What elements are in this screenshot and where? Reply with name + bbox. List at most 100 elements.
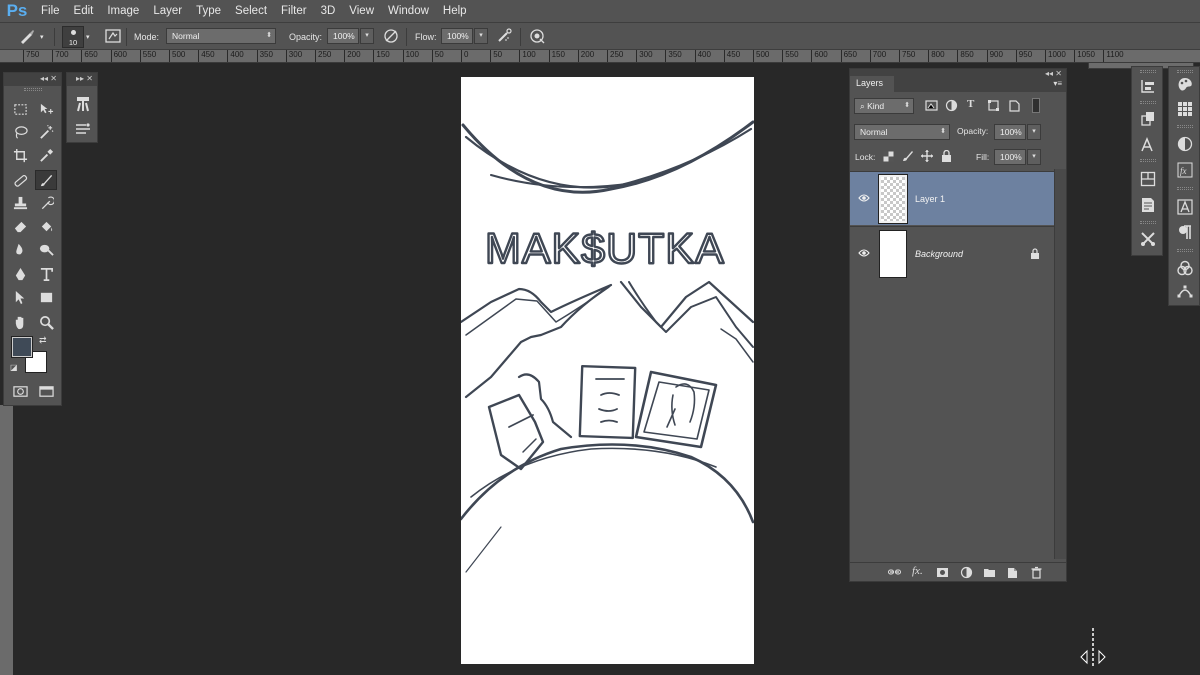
opacity-slider-toggle[interactable]: ▾ — [360, 28, 374, 44]
opacity-input[interactable]: 100% — [327, 28, 359, 44]
dodge-tool[interactable] — [35, 239, 57, 259]
add-mask-icon[interactable] — [936, 566, 949, 579]
brush-panel-icon[interactable] — [74, 120, 92, 138]
airbrush-icon[interactable] — [496, 27, 514, 45]
styles-fx-icon[interactable]: fx — [1177, 162, 1193, 178]
paths-panel-icon[interactable] — [1177, 284, 1193, 300]
swatches-grid-icon[interactable] — [1177, 101, 1193, 117]
rectangle-tool[interactable] — [35, 287, 57, 307]
brush-presets-icon[interactable] — [74, 95, 92, 113]
channels-panel-icon[interactable] — [1177, 260, 1193, 276]
properties-panel-icon[interactable] — [1140, 111, 1156, 127]
new-layer-icon[interactable] — [1006, 566, 1019, 579]
horizontal-ruler[interactable]: 750 700 650 600 550 500 450 400 350 300 250 200 150 1… — [0, 50, 1200, 63]
dock-grip[interactable] — [1140, 221, 1156, 224]
flow-input[interactable]: 100% — [441, 28, 473, 44]
foreground-color-swatch[interactable] — [11, 336, 33, 358]
paragraph-panel-icon[interactable] — [1177, 224, 1193, 240]
menu-image[interactable]: Image — [100, 0, 146, 22]
lasso-tool[interactable] — [9, 122, 31, 142]
menu-edit[interactable]: Edit — [67, 0, 101, 22]
brush-panel-toggle-icon[interactable] — [104, 27, 122, 45]
lock-all-icon[interactable] — [941, 150, 952, 162]
history-brush-tool[interactable] — [35, 193, 57, 213]
color-panel-icon[interactable] — [1177, 77, 1193, 93]
layer-row-background[interactable]: Background — [850, 226, 1054, 280]
paint-bucket-tool[interactable] — [35, 216, 57, 236]
panel-grip[interactable] — [24, 88, 42, 91]
swatches-panel-icon[interactable] — [1140, 171, 1156, 187]
notes-panel-icon[interactable] — [1140, 197, 1156, 213]
document-canvas[interactable]: MAK$UTKA — [461, 77, 754, 664]
clone-stamp-tool[interactable] — [9, 193, 31, 213]
tool-presets-icon[interactable] — [1140, 231, 1156, 247]
adjustment-layer-icon[interactable] — [960, 566, 973, 579]
default-colors-icon[interactable]: ◪ — [10, 363, 18, 372]
visibility-eye-icon[interactable] — [858, 192, 870, 204]
layer-style-fx-icon[interactable]: fx. — [912, 565, 923, 577]
eraser-tool[interactable] — [9, 216, 31, 236]
pressure-opacity-icon[interactable] — [382, 27, 400, 45]
pixel-filter-icon[interactable] — [925, 99, 938, 112]
magic-wand-tool[interactable] — [35, 122, 57, 142]
type-tool[interactable] — [35, 264, 57, 284]
filter-kind-select[interactable]: ⌕ Kind ⬍ — [854, 98, 914, 114]
blend-mode-select[interactable]: Normal ⬍ — [854, 124, 950, 140]
menu-3d[interactable]: 3D — [314, 0, 343, 22]
layers-scrollbar[interactable] — [1054, 169, 1066, 559]
dock-grip[interactable] — [1177, 125, 1193, 128]
layer-opacity-input[interactable]: 100% — [994, 124, 1026, 140]
eyedropper-tool[interactable] — [35, 145, 57, 165]
menu-layer[interactable]: Layer — [146, 0, 189, 22]
swap-colors-icon[interactable]: ⇄ — [39, 335, 47, 346]
screen-mode-button[interactable] — [35, 381, 57, 401]
pressure-size-icon[interactable] — [528, 27, 546, 45]
dock-grip[interactable] — [1177, 70, 1193, 73]
adjustment-filter-icon[interactable] — [945, 99, 958, 112]
tab-layers[interactable]: Layers — [850, 76, 894, 92]
menu-view[interactable]: View — [342, 0, 381, 22]
tools-panel-header[interactable]: ◂◂ ✕ — [4, 73, 61, 86]
quick-mask-button[interactable] — [9, 381, 31, 401]
path-selection-tool[interactable] — [9, 287, 31, 307]
layer-row-layer-1[interactable]: Layer 1 — [850, 171, 1054, 225]
menu-type[interactable]: Type — [189, 0, 228, 22]
filter-toggle-switch[interactable] — [1032, 98, 1040, 113]
menu-select[interactable]: Select — [228, 0, 274, 22]
crop-tool[interactable] — [9, 145, 31, 165]
lock-position-icon[interactable] — [921, 150, 933, 162]
menu-file[interactable]: File — [34, 0, 67, 22]
dock-grip[interactable] — [1177, 187, 1193, 190]
brush-tool-preset-icon[interactable] — [18, 27, 36, 45]
brush-size-picker[interactable]: 10 — [62, 26, 84, 48]
type-filter-icon[interactable]: T — [967, 98, 974, 110]
menu-filter[interactable]: Filter — [274, 0, 314, 22]
dock-grip[interactable] — [1140, 101, 1156, 104]
dock-grip[interactable] — [1177, 249, 1193, 252]
dock-grip[interactable] — [1140, 159, 1156, 162]
character-styles-icon[interactable] — [1177, 199, 1193, 215]
link-layers-icon[interactable] — [888, 566, 901, 579]
fill-slider-toggle[interactable]: ▾ — [1027, 149, 1041, 165]
preset-dropdown-arrow[interactable]: ▾ — [40, 26, 44, 47]
lock-transparency-icon[interactable] — [883, 151, 894, 162]
delete-layer-trash-icon[interactable] — [1030, 566, 1043, 579]
zoom-tool[interactable] — [35, 312, 57, 332]
smart-object-filter-icon[interactable] — [1008, 99, 1021, 112]
lock-pixels-icon[interactable] — [902, 150, 914, 162]
flow-slider-toggle[interactable]: ▾ — [474, 28, 488, 44]
history-panel-icon[interactable] — [1140, 78, 1156, 94]
dock-grip[interactable] — [1140, 70, 1156, 73]
pen-tool[interactable] — [9, 264, 31, 284]
mode-select[interactable]: Normal ⬍ — [166, 28, 276, 44]
adjustments-panel-icon[interactable] — [1177, 136, 1193, 152]
panel-collapse-button[interactable]: ◂◂ ✕ — [1045, 69, 1062, 78]
blur-tool[interactable] — [9, 239, 31, 259]
move-tool[interactable] — [35, 99, 57, 119]
collapsed-panel-header[interactable]: ▸▸ ✕ — [67, 73, 97, 86]
shape-filter-icon[interactable] — [987, 99, 1000, 112]
panel-menu-icon[interactable]: ▾≡ — [1053, 79, 1062, 88]
marquee-tool[interactable] — [9, 99, 31, 119]
brush-size-arrow[interactable]: ▾ — [86, 26, 90, 47]
new-group-folder-icon[interactable] — [983, 566, 996, 579]
